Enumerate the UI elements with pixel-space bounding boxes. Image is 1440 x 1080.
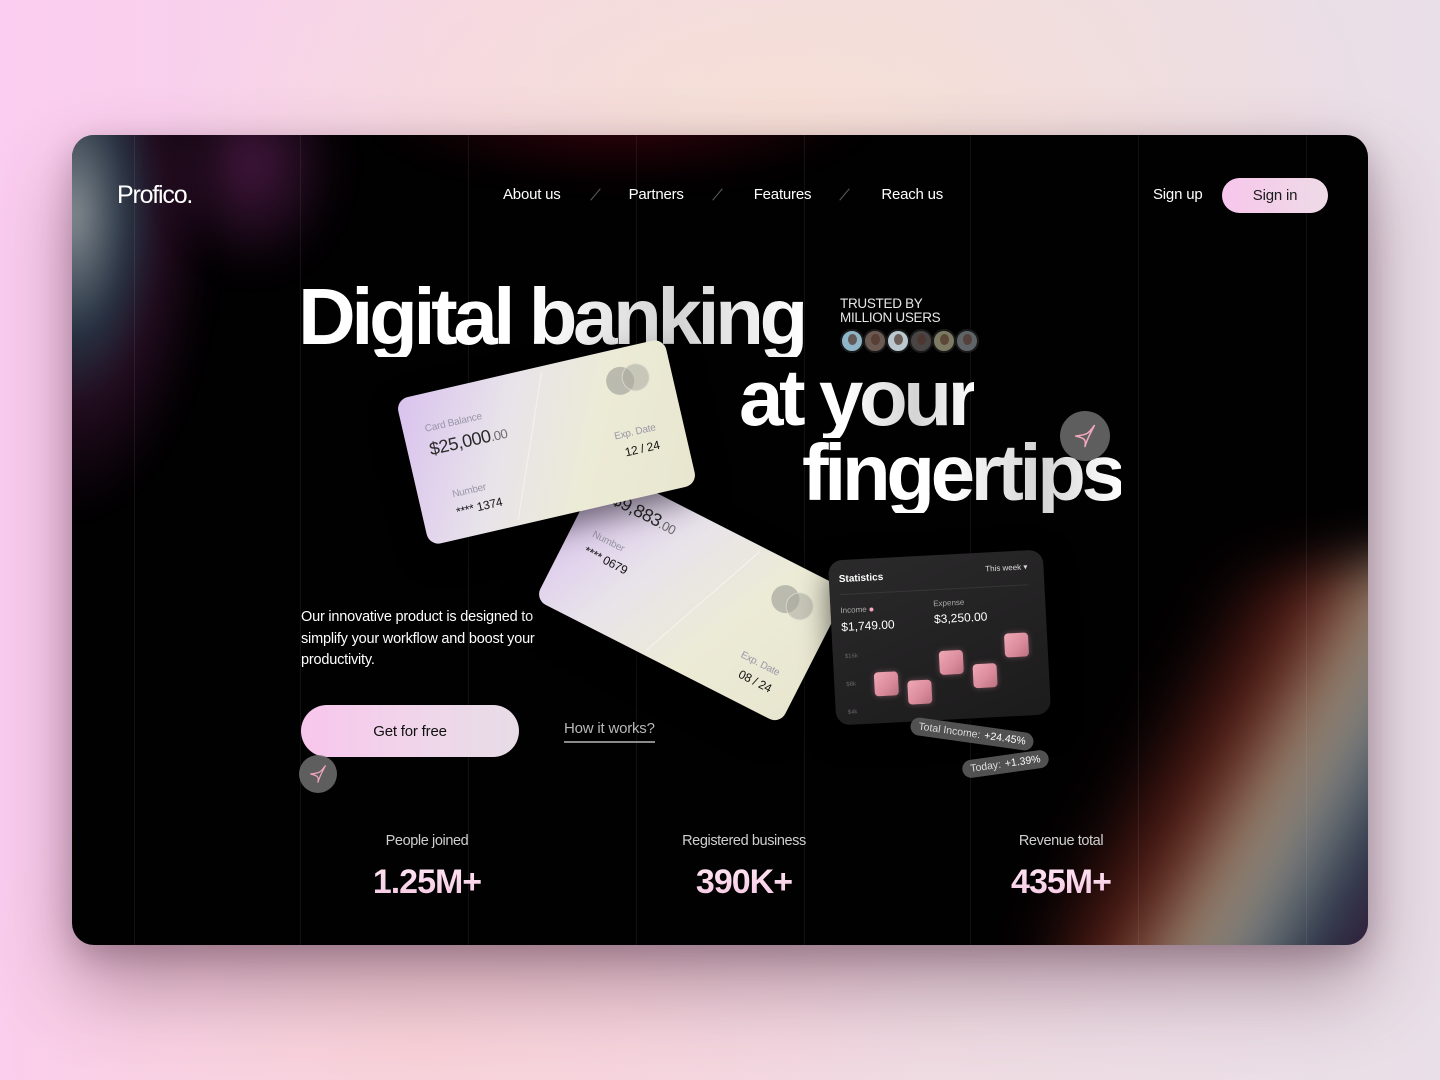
hero-window: Profico. About us Partners Features Reac… [72, 135, 1368, 945]
income-value: $1,749.00 [840, 617, 896, 635]
bar-chart [828, 549, 1043, 705]
total-income-chip: Total Income: +24.45% [909, 716, 1035, 752]
sparkle-icon [1074, 424, 1096, 448]
avatar [955, 329, 979, 353]
avatar [932, 329, 956, 353]
sign-in-button[interactable]: Sign in [1222, 178, 1328, 213]
y-tick: $16k [844, 653, 859, 660]
avatar [886, 329, 910, 353]
total-income-label: Total Income: [917, 720, 982, 742]
how-it-works-link[interactable]: How it works? [564, 720, 655, 743]
metric-registered-business: Registered business 390K+ [594, 833, 894, 902]
nav-divider [589, 188, 601, 201]
chart-bar [873, 670, 899, 696]
headline-line-2: at your [739, 353, 979, 442]
y-tick: $4k [847, 709, 858, 716]
metric-label: People joined [385, 833, 469, 849]
avatar [909, 329, 933, 353]
caret-down-icon: ▾ [1023, 562, 1028, 572]
avatar [863, 329, 887, 353]
trusted-line-1: TRUSTED BY [840, 296, 923, 311]
metric-people-joined: People joined 1.25M+ [277, 833, 577, 902]
statistics-title: Statistics [838, 571, 884, 586]
gradient-glow-top [372, 135, 872, 235]
main-nav: About us Partners Features Reach us [503, 186, 943, 203]
brand-logo[interactable]: Profico. [117, 181, 193, 210]
sparkle-badge[interactable] [1060, 411, 1110, 461]
sparkle-icon [310, 765, 326, 783]
metric-value: 435M+ [911, 863, 1211, 902]
expense-label: Expense [932, 597, 965, 609]
nav-divider [839, 188, 851, 201]
trusted-line-2: MILLION USERS [840, 310, 941, 325]
period-dropdown[interactable]: This week ▾ [985, 562, 1028, 573]
card-exp: 12 / 24 [623, 437, 662, 460]
today-label: Today: [969, 758, 1002, 775]
period-label: This week [984, 562, 1022, 574]
card-balance-cents: .00 [489, 425, 509, 445]
nav-divider [711, 188, 723, 201]
chart-bar [907, 679, 933, 705]
card-network-icon [766, 580, 819, 626]
metric-value: 1.25M+ [277, 863, 577, 902]
statistics-divider [839, 584, 1029, 596]
user-avatars [840, 329, 979, 353]
sign-up-link[interactable]: Sign up [1153, 186, 1203, 203]
nav-about-us[interactable]: About us [503, 186, 561, 203]
income-label-text: Income [840, 604, 867, 616]
card-number-label: Number [451, 481, 488, 501]
metric-label: Registered business [682, 833, 806, 849]
metric-label: Revenue total [1018, 833, 1104, 849]
metric-revenue-total: Revenue total 435M+ [911, 833, 1211, 902]
today-value: +1.39% [1004, 753, 1042, 771]
get-for-free-button[interactable]: Get for free [301, 705, 519, 757]
sparkle-badge[interactable] [299, 755, 337, 793]
card-shine [517, 371, 543, 520]
y-tick: $8k [846, 681, 857, 688]
headline-line-1: Digital banking [298, 272, 808, 361]
income-label: Income [840, 604, 874, 615]
chart-bar [938, 649, 964, 676]
hero-description: Our innovative product is designed to si… [301, 609, 535, 668]
nav-reach-us[interactable]: Reach us [881, 186, 943, 203]
total-income-value: +24.45% [983, 729, 1027, 748]
card-shine [646, 551, 761, 651]
nav-features[interactable]: Features [754, 186, 812, 203]
metric-value: 390K+ [594, 863, 894, 902]
nav-partners[interactable]: Partners [629, 186, 684, 203]
expense-value: $3,250.00 [933, 609, 988, 627]
avatar [840, 329, 864, 353]
statistics-widget: Statistics This week ▾ Income $1,749.00 … [827, 549, 1052, 726]
chart-bar [1003, 632, 1030, 658]
income-dot-icon [869, 607, 874, 612]
trusted-label: TRUSTED BY MILLION USERS [840, 296, 941, 325]
card-network-icon [603, 360, 653, 398]
chart-bar [972, 663, 998, 689]
